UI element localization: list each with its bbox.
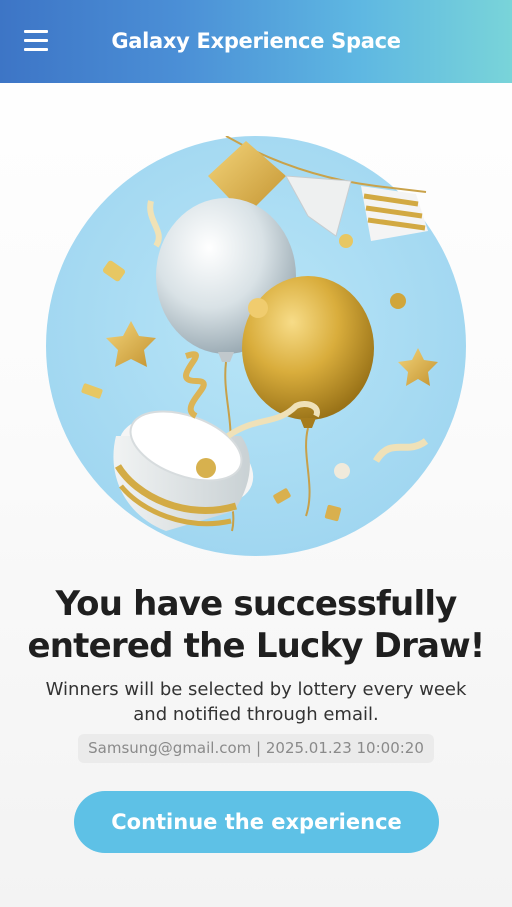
- winner-notice-line-1: Winners will be selected by lottery ever…: [45, 679, 467, 700]
- balloons-celebration-illustration: [46, 135, 466, 556]
- entry-info-badge: Samsung@gmail.com | 2025.01.23 10:00:20: [78, 734, 434, 763]
- continue-experience-button[interactable]: Continue the experience: [74, 791, 439, 853]
- lucky-draw-confirmation-page: Galaxy Experience Space You have success…: [0, 0, 512, 907]
- headline-line-1: You have successfully: [55, 584, 457, 624]
- winner-notice-line-2: and notified through email.: [133, 704, 379, 725]
- success-headline: You have successfully entered the Lucky …: [0, 583, 512, 667]
- page-title: Galaxy Experience Space: [111, 29, 401, 53]
- headline-line-2: entered the Lucky Draw!: [27, 626, 485, 666]
- app-header: Galaxy Experience Space: [0, 0, 512, 83]
- winner-notice: Winners will be selected by lottery ever…: [0, 677, 512, 727]
